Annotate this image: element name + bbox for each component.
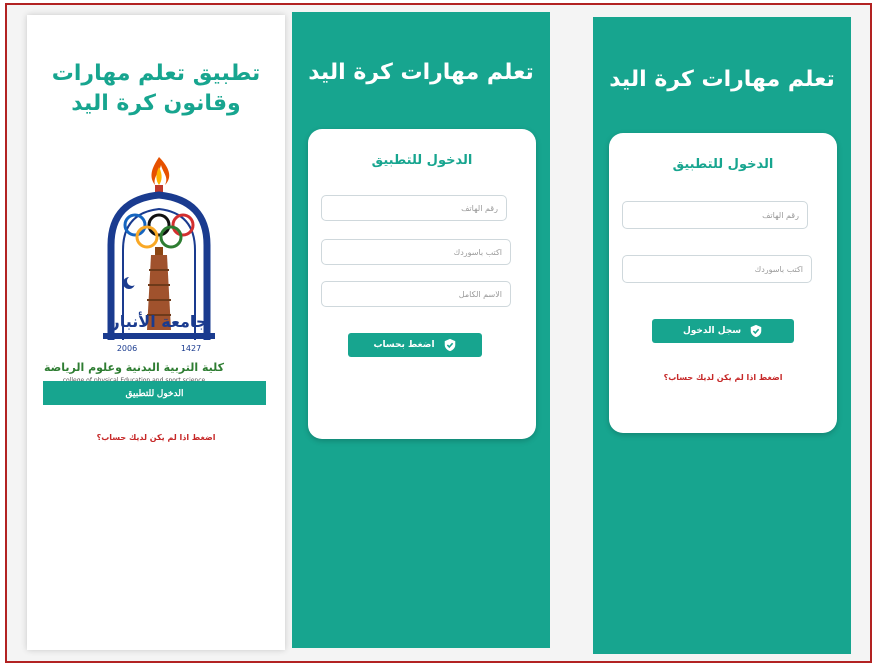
logo-text: جامعة الأنبار [110,312,208,331]
password-input[interactable] [622,255,812,283]
login-button[interactable]: سجل الدخول [652,319,794,343]
login-card: الدخول للتطبيق سجل الدخول اضغط اذا لم يك… [609,133,837,433]
logo-year-right: 1427 [181,344,201,353]
phone-input[interactable] [622,201,808,229]
register-link[interactable]: اضغط اذا لم يكن لديك حساب؟ [609,373,837,382]
phone-input[interactable] [321,195,507,221]
login-page-title: تعلم مهارات كرة اليد [609,67,835,92]
register-page-title: تعلم مهارات كرة اليد [308,60,534,85]
register-card-title: الدخول للتطبيق [371,153,473,168]
logo-year-left: 2006 [117,344,137,353]
register-card: الدخول للتطبيق اضغط بحساب [308,129,536,439]
college-name-arabic: كلية التربية البدنية وعلوم الرياضة [43,361,225,374]
splash-title-line1: تطبيق تعلم مهارات [51,61,261,86]
university-logo: جامعة الأنبار 2006 1427 [103,157,215,353]
fullname-input[interactable] [321,281,511,307]
splash-title-line2: وقانون كرة اليد [71,91,241,116]
register-screen: تعلم مهارات كرة اليد الدخول للتطبيق اضغط… [292,12,550,648]
splash-title: تطبيق تعلم مهارات وقانون كرة اليد [37,59,275,119]
shield-check-icon [750,324,762,338]
login-screen: تعلم مهارات كرة اليد الدخول للتطبيق سجل … [593,17,851,654]
login-button-label: سجل الدخول [682,326,742,336]
login-card-title: الدخول للتطبيق [672,157,774,172]
splash-screen: تطبيق تعلم مهارات وقانون كرة اليد جامعة … [27,15,285,650]
shield-check-icon [444,338,455,352]
create-account-button[interactable]: اضغط بحساب [348,333,482,357]
create-account-label: اضغط بحساب [373,340,435,350]
password-input[interactable] [321,239,511,265]
register-link[interactable]: اضغط اذا لم يكن لديك حساب؟ [41,433,271,442]
enter-app-button[interactable]: الدخول للتطبيق [43,381,266,405]
